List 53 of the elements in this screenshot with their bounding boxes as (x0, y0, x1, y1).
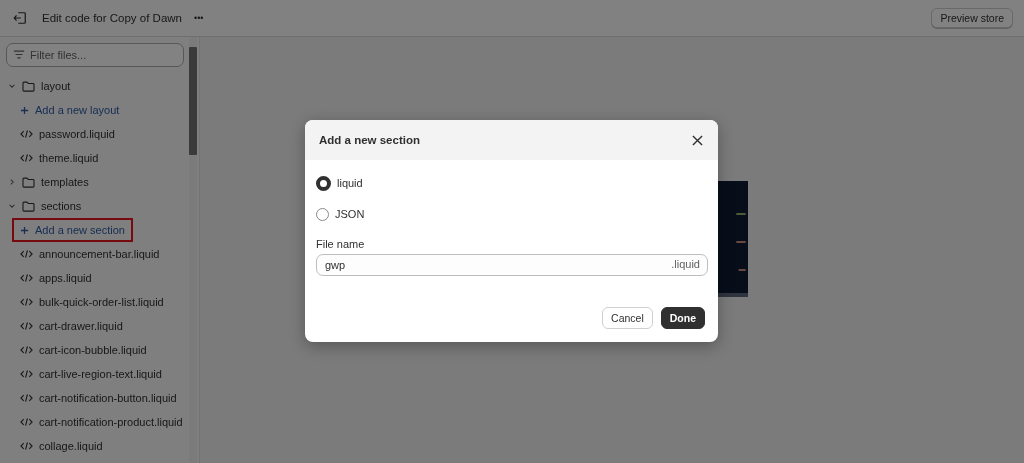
tree-item[interactable]: cart-drawer.liquid (6, 314, 189, 338)
radio-option[interactable]: JSON (316, 205, 708, 223)
tree-item[interactable]: cart-icon-bubble.liquid (6, 338, 189, 362)
page-title: Edit code for Copy of Dawn (42, 12, 182, 24)
close-icon[interactable] (692, 134, 703, 146)
code-icon (20, 369, 33, 379)
scrollbar[interactable] (189, 37, 197, 463)
code-icon (20, 345, 33, 355)
tree-item[interactable]: Add a new section (12, 218, 133, 242)
dialog-title: Add a new section (319, 134, 420, 146)
tree-item[interactable]: cart-notification-product.liquid (6, 410, 189, 434)
plus-icon (20, 105, 29, 115)
tree-item[interactable]: password.liquid (6, 122, 189, 146)
code-icon (20, 249, 33, 259)
tree-item[interactable]: cart-notification-button.liquid (6, 386, 189, 410)
code-icon (20, 393, 33, 403)
more-button[interactable]: ••• (192, 13, 206, 23)
filter-field[interactable]: Filter files... (6, 43, 184, 67)
tree-item[interactable]: Add a new layout (6, 98, 189, 122)
scrollbar-thumb[interactable] (189, 47, 197, 155)
chevron-down-icon (8, 82, 16, 90)
folder-icon (22, 80, 35, 92)
tree-item[interactable]: sections (6, 194, 189, 218)
radio-button[interactable] (316, 175, 331, 191)
code-icon (20, 417, 33, 427)
radio-option[interactable]: liquid (316, 174, 708, 192)
code-icon (20, 129, 33, 139)
folder-icon (22, 200, 35, 212)
code-icon (20, 153, 33, 163)
tree-item[interactable]: apps.liquid (6, 266, 189, 290)
done-button[interactable]: Done (660, 307, 705, 329)
tree-item[interactable]: announcement-bar.liquid (6, 242, 189, 266)
tree-item[interactable]: collage.liquid (6, 434, 189, 458)
cancel-button[interactable]: Cancel (602, 307, 653, 329)
chevron-down-icon (8, 202, 16, 210)
code-icon (20, 441, 33, 451)
tree-item[interactable]: templates (6, 170, 189, 194)
folder-icon (22, 176, 35, 188)
field-label: File name (316, 238, 366, 250)
code-icon (20, 273, 33, 283)
file-extension: .liquid (671, 258, 700, 270)
option-label: JSON (335, 208, 365, 220)
code-icon (20, 321, 33, 331)
tree-item[interactable]: cart-live-region-text.liquid (6, 362, 189, 386)
exit-icon[interactable] (13, 11, 27, 25)
chevron-right-icon (8, 178, 16, 186)
tree-item[interactable]: theme.liquid (6, 146, 189, 170)
preview-store-button[interactable]: Preview store (931, 8, 1013, 28)
tree-item[interactable]: layout (6, 74, 189, 98)
tree-item[interactable]: bulk-quick-order-list.liquid (6, 290, 189, 314)
code-icon (20, 297, 33, 307)
plus-icon (20, 225, 29, 235)
option-label: liquid (337, 177, 363, 189)
